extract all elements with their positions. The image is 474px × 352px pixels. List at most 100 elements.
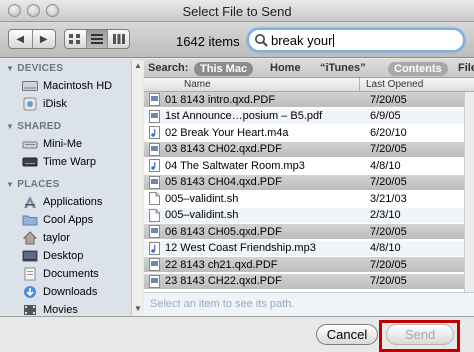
script-file-icon xyxy=(149,192,160,205)
path-bar: Select an item to see its path. xyxy=(144,292,474,316)
file-row[interactable]: 01 8143 intro.qxd.PDF 7/20/05 xyxy=(144,92,464,107)
scroll-down-arrow-icon[interactable]: ▼ xyxy=(134,304,142,313)
file-name: 22 8143 ch21.qxd.PDF xyxy=(165,258,278,271)
file-row[interactable]: 005–validint.sh 2/3/10 xyxy=(144,207,464,223)
file-name-cell: 005–validint.sh xyxy=(149,208,238,222)
file-row[interactable]: 05 8143 CH04.qxd.PDF 7/20/05 xyxy=(144,174,464,190)
sidebar-section-shared[interactable]: ▼ SHARED xyxy=(6,121,61,132)
view-mode-control xyxy=(64,29,130,49)
file-row[interactable]: 12 West Coast Friendship.mp3 4/8/10 xyxy=(144,240,464,256)
pdf-file-icon xyxy=(149,142,160,156)
scope-contents[interactable]: Contents xyxy=(388,62,448,76)
scope-this-mac[interactable]: This Mac xyxy=(194,62,254,76)
scope-file-name[interactable]: File Name xyxy=(458,62,474,74)
folder-icon xyxy=(22,213,38,227)
forward-arrow-icon: ▶ xyxy=(39,33,48,45)
column-view-button[interactable] xyxy=(108,30,129,48)
file-row[interactable]: 03 8143 CH02.qxd.PDF 7/20/05 xyxy=(144,141,464,157)
file-name: 03 8143 CH02.qxd.PDF xyxy=(165,143,282,155)
file-name: 005–validint.sh xyxy=(165,192,239,205)
file-last-opened: 4/8/10 xyxy=(370,242,401,254)
file-row[interactable]: 02 Break Your Heart.m4a 6/20/10 xyxy=(144,125,464,140)
sidebar-item-documents[interactable]: Documents xyxy=(0,265,142,283)
file-name-cell: 05 8143 CH04.qxd.PDF xyxy=(149,175,282,189)
sidebar-item-downloads[interactable]: Downloads xyxy=(0,283,142,301)
file-name: 01 8143 intro.qxd.PDF xyxy=(165,93,276,106)
sidebar: ▼ DEVICES Macintosh HD iDisk ▼ SHARED Mini… xyxy=(0,59,143,316)
file-last-opened: 7/20/05 xyxy=(370,275,407,287)
cancel-button[interactable]: Cancel xyxy=(316,324,378,345)
downloads-icon xyxy=(22,285,38,299)
file-name: 12 West Coast Friendship.mp3 xyxy=(165,242,316,254)
idisk-icon xyxy=(22,97,38,111)
sidebar-item-applications[interactable]: Applications xyxy=(0,193,142,211)
icon-view-button[interactable] xyxy=(65,30,87,48)
path-hint: Select an item to see its path. xyxy=(150,298,295,310)
scope-home[interactable]: Home xyxy=(270,62,301,74)
scroll-up-arrow-icon[interactable]: ▲ xyxy=(134,61,142,70)
file-name-cell: 04 The Saltwater Room.mp3 xyxy=(149,159,305,172)
file-name-cell: 06 8143 CH05.qxd.PDF xyxy=(149,225,282,238)
search-input[interactable]: break your xyxy=(271,33,332,48)
file-row[interactable]: 23 8143 CH22.qxd.PDF 7/20/05 xyxy=(144,273,464,289)
documents-icon xyxy=(22,267,38,281)
file-row[interactable]: 04 The Saltwater Room.mp3 4/8/10 xyxy=(144,158,464,173)
file-name-cell: 1st Announce…posium – B5.pdf xyxy=(149,109,322,123)
file-name: 23 8143 CH22.qxd.PDF xyxy=(165,275,282,287)
file-name-cell: 03 8143 CH02.qxd.PDF xyxy=(149,142,282,156)
sidebar-item-desktop[interactable]: Desktop xyxy=(0,247,142,265)
back-arrow-icon: ◀ xyxy=(16,33,25,45)
file-last-opened: 7/20/05 xyxy=(370,93,407,106)
column-separator[interactable] xyxy=(359,78,360,92)
computer-icon xyxy=(22,137,38,151)
applications-icon xyxy=(22,195,38,209)
back-button[interactable]: ◀ xyxy=(9,30,33,48)
dialog-footer: Cancel Send xyxy=(0,316,474,352)
hard-drive-icon xyxy=(22,79,38,93)
column-date-header[interactable]: Last Opened xyxy=(366,79,423,90)
file-name-cell: 23 8143 CH22.qxd.PDF xyxy=(149,274,282,288)
sidebar-section-devices[interactable]: ▼ DEVICES xyxy=(6,63,63,74)
file-row[interactable]: 005–validint.sh 3/21/03 xyxy=(144,191,464,206)
list-view-button[interactable] xyxy=(86,30,109,48)
file-row[interactable]: 1st Announce…posium – B5.pdf 6/9/05 xyxy=(144,108,464,124)
file-last-opened: 6/9/05 xyxy=(370,110,401,122)
forward-button[interactable]: ▶ xyxy=(33,30,56,48)
sidebar-item-mini-me[interactable]: Mini-Me xyxy=(0,135,142,153)
scope-itunes[interactable]: “iTunes” xyxy=(320,62,366,74)
sidebar-section-places[interactable]: ▼ PLACES xyxy=(6,179,60,190)
sidebar-item-cool-apps[interactable]: Cool Apps xyxy=(0,211,142,229)
column-header: Name Last Opened xyxy=(144,78,474,92)
search-scope-label: Search: xyxy=(148,62,189,74)
sidebar-item-taylor[interactable]: taylor xyxy=(0,229,142,247)
file-last-opened: 7/20/05 xyxy=(370,176,407,188)
file-last-opened: 7/20/05 xyxy=(370,143,407,155)
file-list-scrollbar[interactable] xyxy=(464,92,474,292)
pdf-file-icon xyxy=(149,93,160,106)
sidebar-item-macintosh-hd[interactable]: Macintosh HD xyxy=(0,77,142,95)
file-last-opened: 7/20/05 xyxy=(370,225,407,238)
search-scope-bar: Search: This Mac Home “iTunes” Contents … xyxy=(144,59,474,78)
search-icon xyxy=(255,34,268,47)
file-list[interactable]: 01 8143 intro.qxd.PDF 7/20/05 1st Announce… xyxy=(144,92,464,292)
list-view-icon xyxy=(91,34,103,44)
file-name: 02 Break Your Heart.m4a xyxy=(165,126,289,139)
icon-view-icon xyxy=(69,34,81,44)
search-field[interactable]: break your xyxy=(247,28,465,52)
file-last-opened: 4/8/10 xyxy=(370,159,401,172)
file-name: 06 8143 CH05.qxd.PDF xyxy=(165,225,282,238)
sidebar-item-movies[interactable]: Movies xyxy=(0,301,142,316)
file-row[interactable]: 06 8143 CH05.qxd.PDF 7/20/05 xyxy=(144,224,464,239)
column-view-icon xyxy=(112,34,125,44)
file-name-cell: 005–validint.sh xyxy=(149,192,238,205)
file-name: 04 The Saltwater Room.mp3 xyxy=(165,159,305,172)
column-name-header[interactable]: Name xyxy=(184,79,211,90)
pdf-file-icon xyxy=(149,109,160,123)
file-name: 05 8143 CH04.qxd.PDF xyxy=(165,176,282,188)
sidebar-item-time-warp[interactable]: Time Warp xyxy=(0,153,142,171)
file-row[interactable]: 22 8143 ch21.qxd.PDF 7/20/05 xyxy=(144,257,464,272)
sidebar-item-idisk[interactable]: iDisk xyxy=(0,95,142,113)
file-name-cell: 02 Break Your Heart.m4a xyxy=(149,126,289,139)
sidebar-scrollbar[interactable]: ▲ ▼ xyxy=(131,60,143,316)
text-caret xyxy=(333,34,335,47)
